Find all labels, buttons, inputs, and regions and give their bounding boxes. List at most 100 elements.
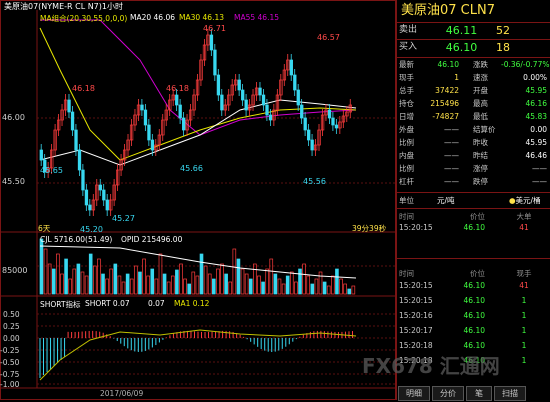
volume-bar (105, 278, 109, 295)
volume-bar (109, 268, 114, 295)
detail-value: —— (444, 177, 459, 186)
volume-bar (134, 265, 138, 295)
candle-body (258, 87, 262, 96)
detail-label: 日增 (399, 112, 414, 121)
volume-bar (162, 273, 167, 295)
candle-body (140, 104, 144, 111)
volume-bar (138, 271, 142, 295)
candle-body (261, 94, 266, 106)
bid-price: 46.10 (445, 41, 478, 54)
high-annotation: 46.57 (317, 33, 340, 42)
detail-value: -74827 (432, 112, 459, 121)
detail-label: 比例 (399, 138, 414, 147)
candle-body (105, 199, 109, 211)
volume-bar (84, 275, 89, 295)
tick-row: 15:20:15 46.10 41 (397, 280, 550, 291)
detail-label: 涨跌 (473, 60, 488, 69)
candle-body (303, 117, 307, 131)
short-axis-label: 0.50 (3, 310, 20, 319)
detail-label: 最新 (399, 60, 414, 69)
detail-value: —— (444, 151, 459, 160)
ask-price: 46.11 (445, 24, 478, 37)
tab-detail[interactable]: 明细 (398, 386, 430, 401)
detail-value: 215496 (430, 99, 459, 108)
tick-volume: 1 (521, 296, 527, 305)
volume-bar (142, 258, 146, 295)
tick-row: 15:20:16 46.10 1 (397, 310, 550, 321)
ma20-legend: MA20 46.06 (130, 13, 175, 22)
detail-label: 结算价 (473, 125, 496, 134)
volume-bar (265, 268, 269, 295)
candle-body (216, 74, 221, 96)
candle-body (331, 117, 335, 126)
bigorder-row: 15:20:15 46.10 41 (397, 222, 550, 233)
volume-bar (195, 275, 200, 295)
candlestick-chart-svg[interactable] (0, 0, 396, 400)
low-annotation: 45.20 (80, 225, 103, 234)
volume-bar (244, 273, 249, 295)
detail-label: 外盘 (399, 125, 414, 134)
detail-label: 涨停 (473, 164, 488, 173)
divider (397, 258, 550, 259)
short-legend: SHORT 0.07 (85, 299, 130, 308)
candle-body (81, 169, 85, 191)
volume-bar (166, 281, 171, 295)
currency-toggle[interactable]: ●美元/桶 (509, 195, 541, 206)
volume-bar (43, 248, 48, 295)
bigorder-header: 时间 价位 大单 (397, 211, 550, 222)
quote-detail-row: 持仓 215496 最高 46.16 (397, 98, 550, 109)
volume-bar (117, 275, 122, 295)
candle-body (265, 104, 269, 116)
ma30-legend: MA30 46.13 (179, 13, 224, 22)
short-axis-label: 0.25 (3, 322, 20, 331)
volume-bar (146, 275, 150, 295)
volume-bar (64, 258, 68, 295)
volume-bar (47, 263, 52, 295)
short-axis-label: -1.00 (0, 380, 20, 389)
high-annotation: 46.18 (72, 84, 95, 93)
candle-body (241, 89, 245, 101)
col-price: 价位 (470, 212, 485, 221)
ma-group-legend: MA组合(20,30,55,0,0,0) (40, 14, 128, 23)
detail-value: —— (444, 138, 459, 147)
panel-title: 美原油07 CLN7 (397, 0, 550, 23)
quote-panel: 美原油07 CLN7 卖出 46.11 52 买入 46.10 18 最新 46.… (396, 0, 550, 400)
tick-row: 15:20:17 46.10 1 (397, 325, 550, 336)
tab-ticks[interactable]: 笔 (466, 386, 492, 401)
countdown-label: 39分39秒 (352, 224, 387, 233)
col-time: 时间 (399, 212, 414, 221)
detail-value: 45.95 (525, 86, 547, 95)
candle-body (244, 99, 248, 111)
tick-time: 15:20:15 (399, 223, 433, 232)
low-annotation: 45.27 (112, 214, 135, 223)
detail-label: 现手 (399, 73, 414, 82)
detail-label: 开盘 (473, 86, 488, 95)
detail-label: 内盘 (399, 151, 414, 160)
ask-row: 卖出 46.11 52 (397, 23, 550, 38)
price-axis-label: 45.50 (2, 177, 25, 186)
volume-bar (257, 275, 261, 295)
quote-detail-row: 内盘 —— 昨结 46.46 (397, 150, 550, 161)
short-axis-label: 0.00 (3, 334, 20, 343)
date-label: 2017/06/09 (100, 389, 144, 398)
tick-volume: 1 (521, 341, 527, 350)
chart-title: 美原油07(NYME-R CL N7)1小时 (4, 2, 123, 11)
open-interest-legend: OPID 215496.00 (121, 235, 183, 244)
low-annotation: 45.56 (303, 177, 326, 186)
candle-body (310, 139, 314, 151)
detail-label: 持仓 (399, 99, 414, 108)
ask-label: 卖出 (399, 25, 418, 35)
volume-bar (302, 263, 306, 295)
volume-bar (248, 278, 253, 295)
ma55-legend: MA55 46.15 (234, 13, 279, 22)
volume-bar (88, 253, 93, 295)
panel-tab-bar: 明细 分价 笔 扫描 (396, 386, 550, 401)
volume-bar (228, 281, 233, 295)
chart-area[interactable]: 美原油07(NYME-R CL N7)1小时 MA组合(20,30,55,0,0… (0, 0, 396, 400)
col-bigorder: 大单 (516, 212, 532, 221)
candle-body (74, 129, 78, 151)
quote-detail-row: 总手 37422 开盘 45.95 (397, 85, 550, 96)
quote-detail-row: 外盘 —— 结算价 0.00 (397, 124, 550, 135)
tab-scan[interactable]: 扫描 (494, 386, 526, 401)
tab-price-distribution[interactable]: 分价 (432, 386, 464, 401)
